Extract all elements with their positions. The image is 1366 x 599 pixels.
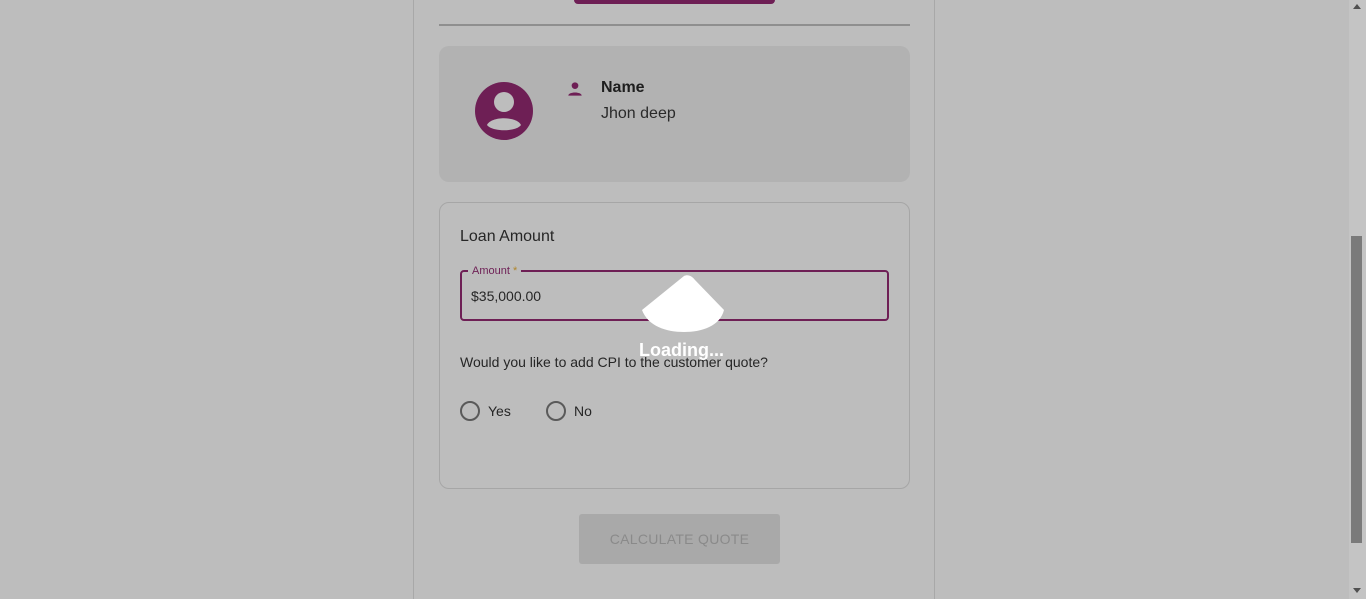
account-circle-icon bbox=[475, 82, 533, 140]
loading-indicator: Loading... bbox=[630, 270, 740, 365]
radio-yes[interactable]: Yes bbox=[460, 400, 511, 422]
required-mark: * bbox=[512, 265, 518, 277]
radio-no-label: No bbox=[574, 403, 592, 419]
radio-no-circle[interactable] bbox=[546, 401, 566, 421]
scroll-thumb[interactable] bbox=[1351, 236, 1362, 543]
arrow-down-icon[interactable] bbox=[1353, 588, 1361, 593]
name-value: Jhon deep bbox=[601, 105, 676, 122]
radio-yes-label: Yes bbox=[488, 403, 511, 419]
calculate-quote-button[interactable]: CALCULATE QUOTE bbox=[579, 514, 780, 564]
loading-spinner-icon bbox=[642, 275, 724, 332]
vertical-scrollbar[interactable] bbox=[1349, 0, 1366, 599]
top-action-button[interactable] bbox=[574, 0, 775, 4]
page: Name Jhon deep Loan Amount Amount * Woul… bbox=[0, 0, 1366, 599]
customer-card: Name Jhon deep bbox=[439, 46, 910, 182]
loan-amount-title: Loan Amount bbox=[460, 228, 555, 245]
radio-yes-circle[interactable] bbox=[460, 401, 480, 421]
loading-text: Loading... bbox=[639, 340, 724, 360]
arrow-up-icon[interactable] bbox=[1353, 4, 1361, 9]
person-icon bbox=[568, 82, 582, 96]
radio-no[interactable]: No bbox=[546, 400, 592, 422]
section-divider bbox=[439, 24, 910, 26]
name-label: Name bbox=[601, 79, 645, 96]
amount-label: Amount * bbox=[468, 264, 522, 278]
